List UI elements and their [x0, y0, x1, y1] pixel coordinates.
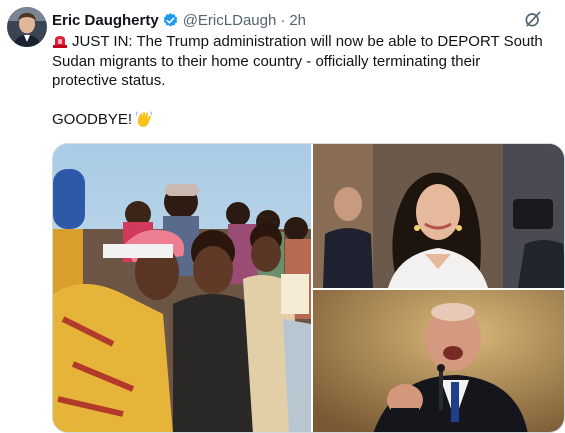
- tweet-text: JUST IN: The Trump administration will n…: [52, 32, 552, 130]
- author-name[interactable]: Eric Daugherty: [52, 12, 159, 29]
- tweet-text-line-2: Sudan migrants to their home country - o…: [52, 52, 481, 70]
- siren-emoji: [53, 36, 67, 48]
- woman-portrait-photo[interactable]: [313, 144, 564, 288]
- tweet-text-line-1: JUST IN: The Trump administration will n…: [52, 32, 552, 52]
- tweet-header: Eric Daugherty @EricLDaugh · 2h: [52, 9, 545, 31]
- crowd-photo[interactable]: [53, 144, 311, 432]
- man-speaking-photo[interactable]: [313, 290, 564, 432]
- avatar[interactable]: [7, 7, 47, 47]
- waving-hand-emoji: [135, 111, 153, 127]
- tweet-text-line-3: protective status.: [52, 72, 166, 89]
- separator-dot: ·: [280, 11, 286, 29]
- tweet-timestamp[interactable]: 2h: [289, 12, 306, 29]
- tweet-text-closing: GOODBYE!: [52, 110, 552, 130]
- grok-icon[interactable]: [523, 9, 543, 29]
- author-handle[interactable]: @EricLDaugh: [183, 12, 277, 29]
- verified-badge-icon: [163, 12, 177, 27]
- media-grid: [52, 143, 565, 433]
